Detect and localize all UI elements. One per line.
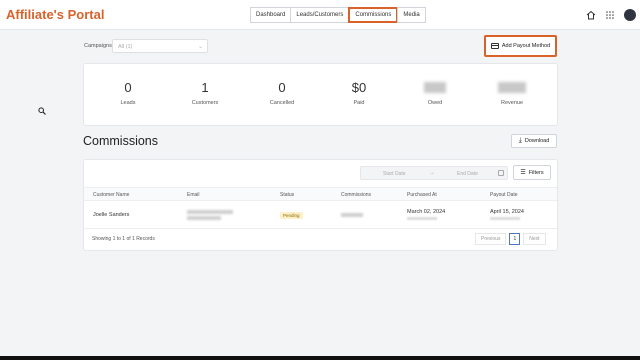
stat-leads: 0 Leads [98, 80, 158, 106]
column-header[interactable]: Purchased At [407, 192, 437, 198]
page-number-button[interactable]: 1 [509, 233, 521, 245]
column-header[interactable]: Commissions [341, 192, 371, 198]
campaigns-select-value: All (1) [118, 44, 133, 50]
payout-date: April 15, 2024 [490, 209, 524, 215]
commission-cell-redacted [341, 213, 363, 217]
home-icon[interactable] [586, 10, 596, 20]
calendar-icon [498, 170, 504, 176]
chevron-down-icon: ⌄ [197, 44, 203, 50]
brand-title[interactable]: Affiliate's Portal [6, 7, 104, 22]
campaigns-label: Campaigns [84, 43, 112, 49]
stat-cancelled: 0 Cancelled [252, 80, 312, 106]
status-badge: Pending [280, 212, 303, 219]
stat-customers: 1 Customers [175, 80, 235, 106]
date-range-picker[interactable]: Start Date → End Date [360, 166, 508, 180]
filters-label: Filters [528, 169, 544, 176]
stat-paid: $0 Paid [329, 80, 389, 106]
add-payout-method-button[interactable]: Add Payout Method [484, 35, 557, 57]
stat-value-redacted [405, 80, 465, 97]
stat-value: $0 [351, 80, 367, 95]
filters-button[interactable]: ☰ Filters [513, 165, 551, 180]
stat-label: Owed [427, 100, 443, 106]
download-button[interactable]: ⤓ Download [511, 134, 557, 148]
add-payout-method-label: Add Payout Method [501, 43, 551, 49]
column-header[interactable]: Payout Date [490, 192, 518, 198]
stats-card: 0 Leads 1 Customers 0 Cancelled $0 Paid … [83, 63, 558, 126]
stat-label: Paid [353, 100, 365, 106]
bottom-edge [0, 356, 640, 360]
column-header[interactable]: Email [187, 192, 200, 198]
stat-label: Customers [191, 100, 219, 106]
zoom-cursor-icon [38, 107, 46, 115]
stat-value: 0 [124, 80, 132, 95]
tab-dashboard[interactable]: Dashboard [250, 7, 292, 23]
payout-time-redacted [490, 217, 520, 220]
table-header: Customer Name Email Status Commissions P… [84, 187, 557, 201]
purchased-date: March 02, 2024 [407, 209, 446, 215]
stat-value: 0 [278, 80, 286, 95]
campaigns-select[interactable]: All (1) ⌄ [112, 39, 208, 53]
stat-label: Cancelled [269, 100, 295, 106]
filter-icon: ☰ [520, 170, 526, 176]
table-row[interactable]: Joelle Sanders Pending March 02, 2024 Ap… [84, 202, 557, 229]
tab-leads-customers[interactable]: Leads/Customers [290, 7, 350, 23]
next-page-button[interactable]: Next [523, 233, 546, 245]
records-summary: Showing 1 to 1 of 1 Records [92, 236, 155, 242]
customer-name-cell: Joelle Sanders [93, 212, 130, 218]
stat-label: Revenue [500, 100, 524, 106]
tab-commissions[interactable]: Commissions [348, 7, 399, 23]
column-header[interactable]: Customer Name [93, 192, 129, 198]
download-icon: ⤓ [518, 137, 522, 144]
stat-owed: Owed [405, 80, 465, 106]
arrow-right-icon: → [429, 170, 435, 176]
stat-revenue: Revenue [482, 80, 542, 106]
pagination: Previous 1 Next [475, 233, 546, 245]
avatar[interactable] [624, 9, 636, 21]
credit-card-icon [490, 43, 499, 49]
end-date-input[interactable]: End Date [457, 171, 478, 177]
column-header[interactable]: Status [280, 192, 294, 198]
previous-page-button[interactable]: Previous [475, 233, 507, 245]
purchased-time-redacted [407, 217, 437, 220]
top-bar: Affiliate's Portal Dashboard Leads/Custo… [0, 0, 640, 30]
download-label: Download [524, 138, 550, 144]
payout-date-cell: April 15, 2024 [490, 209, 524, 220]
purchased-at-cell: March 02, 2024 [407, 209, 445, 220]
commissions-table-card: Start Date → End Date ☰ Filters Customer… [83, 159, 558, 251]
stat-label: Leads [120, 100, 136, 106]
start-date-input[interactable]: Start Date [383, 171, 406, 177]
grid-icon[interactable] [606, 11, 614, 19]
stat-value-redacted [482, 80, 542, 97]
main-nav: Dashboard Leads/Customers Commissions Me… [250, 7, 426, 23]
tab-media[interactable]: Media [397, 7, 426, 23]
page-title: Commissions [83, 134, 159, 148]
stat-value: 1 [201, 80, 209, 95]
